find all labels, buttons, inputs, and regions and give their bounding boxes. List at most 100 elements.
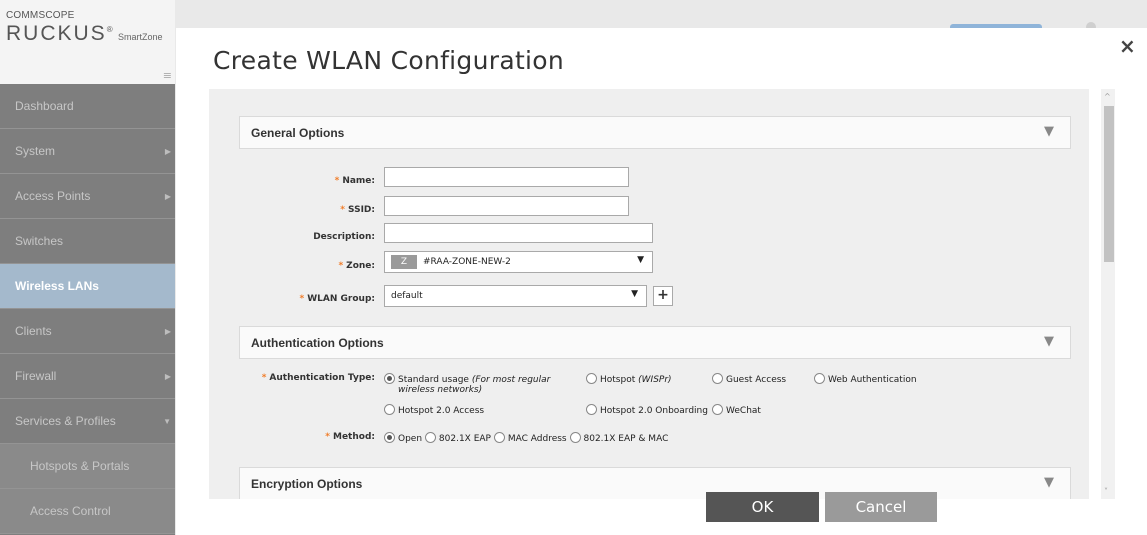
zone-select[interactable]: Z #RAA-ZONE-NEW-2 ▼	[384, 251, 653, 273]
form-scroll-area: General Options ▼ * Name: * SSID: Descript…	[209, 89, 1089, 499]
add-wlan-group-button[interactable]: +	[653, 286, 673, 306]
ssid-input[interactable]	[384, 196, 629, 216]
radio-icon[interactable]	[586, 404, 597, 415]
sidebar-item-label: Switches	[15, 234, 64, 248]
encryption-options-title: Encryption Options	[251, 477, 363, 491]
sidebar-item-switches[interactable]: Switches	[0, 219, 175, 264]
radio-selected-icon[interactable]	[384, 432, 395, 443]
required-mark: *	[299, 294, 305, 304]
method-mac-option[interactable]: MAC Address	[493, 432, 567, 444]
method-label-text: Method:	[333, 432, 375, 442]
radio-icon[interactable]	[493, 432, 505, 443]
commscope-logo: COMMSCOPE	[6, 10, 75, 21]
method-label: * Method:	[325, 432, 375, 442]
sidebar-item-label: Hotspots & Portals	[30, 459, 130, 473]
radio-icon[interactable]	[586, 373, 597, 384]
wlan-group-select[interactable]: default ▼	[384, 285, 647, 307]
method-8021x-mac-option[interactable]: 802.1X EAP & MAC	[569, 432, 669, 444]
sidebar-item-label: System	[15, 144, 56, 158]
general-options-title: General Options	[251, 126, 345, 140]
auth-web-option[interactable]: Web Authentication	[814, 373, 917, 385]
auth-hs20-onboarding-label: Hotspot 2.0 Onboarding	[600, 406, 708, 416]
scroll-down-icon[interactable]: ˅	[1104, 487, 1108, 496]
description-label: Description:	[313, 232, 375, 242]
scroll-up-icon[interactable]: ^	[1104, 92, 1111, 101]
radio-icon[interactable]	[384, 404, 395, 415]
method-8021x-option[interactable]: 802.1X EAP	[424, 432, 491, 444]
sidebar-item-clients[interactable]: Clients ▶	[0, 309, 175, 354]
auth-standard-option[interactable]: Standard usage (For most regular	[384, 373, 550, 385]
modal-title: Create WLAN Configuration	[213, 46, 565, 75]
chevron-right-icon: ▶	[164, 192, 171, 201]
hamburger-icon[interactable]: ≡	[163, 70, 172, 81]
auth-standard-note: (For most regular	[471, 375, 551, 385]
method-8021x-mac-label: 802.1X EAP & MAC	[583, 434, 669, 444]
sidebar-item-label: Access Control	[30, 504, 111, 518]
chevron-down-icon: ▼	[163, 417, 171, 426]
zone-value: #RAA-ZONE-NEW-2	[423, 257, 511, 267]
scrollbar[interactable]: ^ ˅	[1101, 89, 1115, 499]
sidebar-item-dashboard[interactable]: Dashboard	[0, 84, 175, 129]
required-mark: *	[334, 176, 340, 186]
radio-icon[interactable]	[712, 373, 723, 384]
sidebar-item-label: Firewall	[15, 369, 57, 383]
chevron-down-icon[interactable]: ▼	[1044, 334, 1054, 349]
sidebar-item-firewall[interactable]: Firewall ▶	[0, 354, 175, 399]
scrollbar-thumb[interactable]	[1104, 106, 1114, 262]
general-options-header[interactable]: General Options ▼	[239, 116, 1071, 149]
name-label: * Name:	[335, 176, 375, 186]
authentication-type-label-text: Authentication Type:	[269, 373, 375, 383]
chevron-right-icon: ▶	[164, 327, 171, 336]
chevron-down-icon: ▼	[631, 289, 638, 299]
auth-hs20-label: Hotspot 2.0 Access	[398, 406, 485, 416]
create-wlan-modal: Create WLAN Configuration × General Opti…	[176, 28, 1147, 535]
sidebar-item-label: Services & Profiles	[15, 414, 116, 428]
registered-mark: ®	[106, 25, 115, 34]
chevron-down-icon: ▼	[637, 255, 644, 265]
close-icon[interactable]: ×	[1119, 34, 1136, 58]
encryption-options-header[interactable]: Encryption Options ▼	[239, 467, 1071, 499]
wlan-group-label-text: WLAN Group:	[307, 294, 375, 304]
auth-wechat-option[interactable]: WeChat	[712, 404, 761, 416]
chevron-down-icon[interactable]: ▼	[1044, 475, 1054, 490]
radio-icon[interactable]	[569, 432, 581, 443]
ok-button[interactable]: OK	[706, 492, 819, 522]
chevron-right-icon: ▶	[164, 372, 171, 381]
auth-hs20-onboarding-option[interactable]: Hotspot 2.0 Onboarding	[586, 404, 708, 416]
sidebar-item-label: Dashboard	[15, 99, 74, 113]
authentication-options-header[interactable]: Authentication Options ▼	[239, 326, 1071, 359]
auth-web-label: Web Authentication	[828, 375, 917, 385]
required-mark: *	[325, 432, 330, 442]
sidebar-item-wireless-lans[interactable]: Wireless LANs	[0, 264, 175, 309]
chevron-down-icon[interactable]: ▼	[1044, 124, 1054, 139]
wlan-group-value: default	[391, 291, 423, 301]
sidebar-item-access-control[interactable]: Access Control	[0, 489, 175, 534]
chevron-right-icon: ▶	[164, 147, 171, 156]
sidebar-item-label: Wireless LANs	[15, 279, 99, 293]
sidebar-item-services-profiles[interactable]: Services & Profiles ▼	[0, 399, 175, 444]
auth-standard-label: Standard usage	[398, 375, 469, 385]
method-8021x-label: 802.1X EAP	[438, 434, 491, 444]
sidebar-item-system[interactable]: System ▶	[0, 129, 175, 174]
auth-hs20-option[interactable]: Hotspot 2.0 Access	[384, 404, 484, 416]
radio-icon[interactable]	[814, 373, 825, 384]
authentication-type-label: * Authentication Type:	[262, 373, 375, 383]
radio-icon[interactable]	[712, 404, 723, 415]
auth-hotspot-option[interactable]: Hotspot (WISPr)	[586, 373, 672, 385]
name-input[interactable]	[384, 167, 629, 187]
auth-guest-option[interactable]: Guest Access	[712, 373, 786, 385]
sidebar-item-hotspots-portals[interactable]: Hotspots & Portals	[0, 444, 175, 489]
radio-icon[interactable]	[424, 432, 436, 443]
description-input[interactable]	[384, 223, 653, 243]
zone-label: * Zone:	[338, 261, 375, 271]
cancel-button[interactable]: Cancel	[825, 492, 937, 522]
auth-hotspot-label: Hotspot	[600, 375, 636, 385]
radio-selected-icon[interactable]	[384, 373, 395, 384]
method-open-option[interactable]: Open	[384, 432, 423, 444]
sidebar-item-access-points[interactable]: Access Points ▶	[0, 174, 175, 219]
method-open-label: Open	[398, 434, 423, 444]
name-label-text: Name:	[342, 176, 375, 186]
method-mac-label: MAC Address	[507, 434, 567, 444]
sidebar-item-label: Access Points	[15, 189, 91, 203]
required-mark: *	[261, 373, 267, 383]
